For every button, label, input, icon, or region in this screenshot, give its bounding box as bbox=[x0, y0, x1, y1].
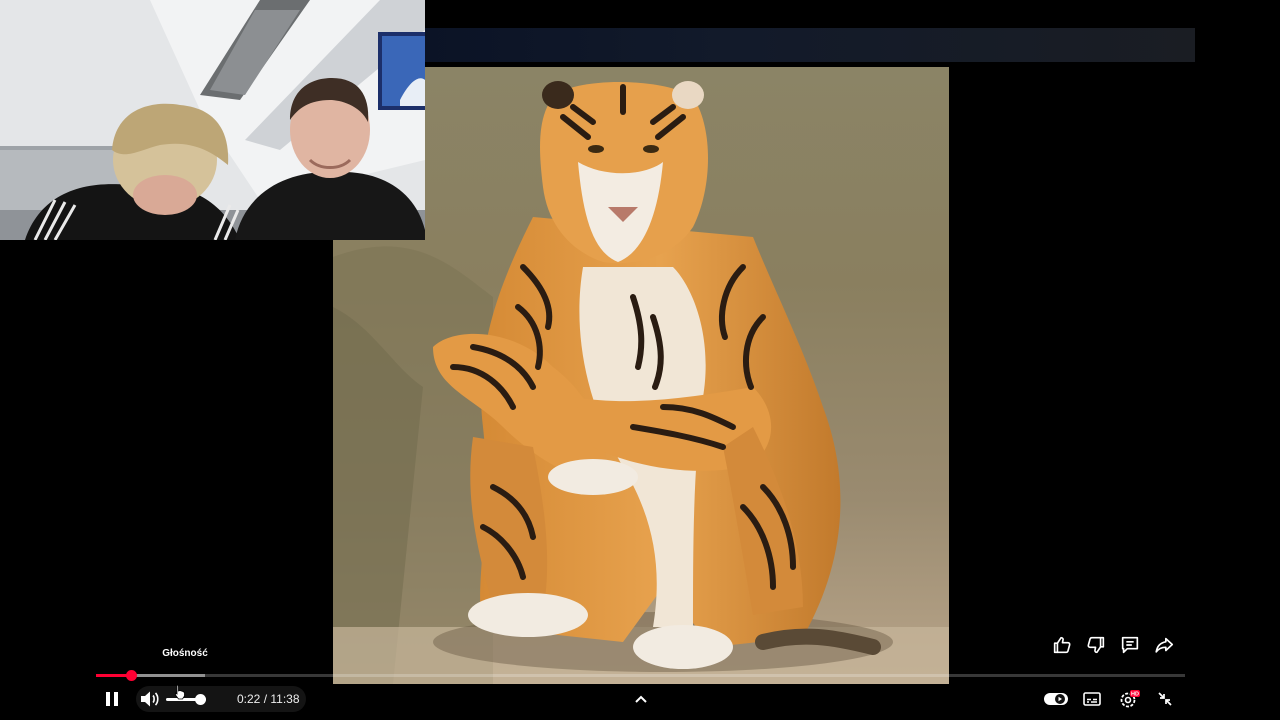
volume-slider-handle[interactable] bbox=[195, 694, 206, 705]
video-top-strip bbox=[425, 28, 1195, 62]
hd-badge: HD bbox=[1131, 692, 1139, 698]
webcam-overlay bbox=[0, 0, 425, 240]
volume-icon bbox=[141, 691, 159, 707]
time-separator: / bbox=[260, 692, 271, 706]
time-display: 0:22 / 11:38 bbox=[237, 684, 300, 714]
current-time: 0:22 bbox=[237, 692, 261, 706]
comment-icon[interactable] bbox=[1113, 630, 1147, 660]
like-icon[interactable] bbox=[1045, 630, 1079, 660]
exit-fullscreen-icon bbox=[1158, 692, 1172, 706]
subtitles-button[interactable] bbox=[1080, 684, 1104, 714]
settings-button[interactable]: HD bbox=[1116, 684, 1142, 714]
exit-fullscreen-button[interactable] bbox=[1154, 684, 1176, 714]
dislike-icon[interactable] bbox=[1079, 630, 1113, 660]
video-player[interactable]: Głośność 0:22 / 11:38 HD bbox=[0, 0, 1280, 720]
mouse-cursor-icon bbox=[175, 684, 185, 700]
duration: 11:38 bbox=[270, 692, 300, 706]
volume-tooltip: Głośność bbox=[162, 648, 208, 659]
share-icon[interactable] bbox=[1147, 630, 1181, 660]
subtitles-icon bbox=[1083, 692, 1101, 706]
expand-button[interactable] bbox=[630, 684, 652, 714]
pause-icon bbox=[106, 692, 118, 706]
mute-button[interactable] bbox=[138, 684, 162, 714]
pause-button[interactable] bbox=[98, 684, 126, 714]
autoplay-toggle-icon bbox=[1044, 693, 1068, 705]
video-frame-tiger-image bbox=[333, 67, 949, 684]
progress-scrubber[interactable] bbox=[125, 670, 137, 681]
autoplay-toggle[interactable] bbox=[1042, 684, 1070, 714]
side-actions bbox=[1045, 630, 1185, 660]
chevron-up-icon bbox=[635, 695, 647, 703]
settings-gear-icon: HD bbox=[1120, 690, 1140, 708]
control-bar: 0:22 / 11:38 HD bbox=[86, 684, 1195, 714]
progress-bar[interactable] bbox=[96, 670, 1185, 681]
